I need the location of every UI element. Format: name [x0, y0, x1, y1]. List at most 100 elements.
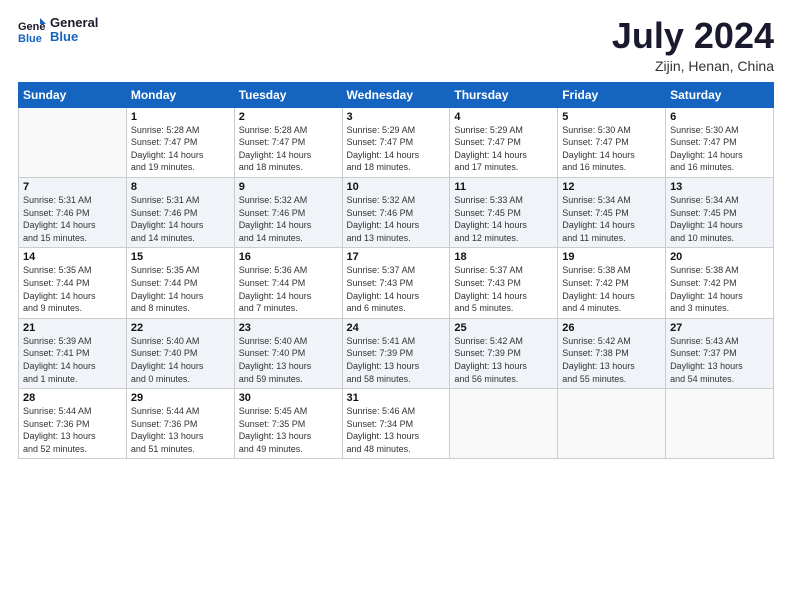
- calendar-day-9: 9Sunrise: 5:32 AM Sunset: 7:46 PM Daylig…: [234, 177, 342, 247]
- day-info: Sunrise: 5:31 AM Sunset: 7:46 PM Dayligh…: [131, 194, 230, 244]
- calendar-day-15: 15Sunrise: 5:35 AM Sunset: 7:44 PM Dayli…: [126, 248, 234, 318]
- logo-line2: Blue: [50, 30, 98, 44]
- day-info: Sunrise: 5:35 AM Sunset: 7:44 PM Dayligh…: [131, 264, 230, 314]
- day-number: 23: [239, 322, 338, 334]
- day-info: Sunrise: 5:32 AM Sunset: 7:46 PM Dayligh…: [347, 194, 446, 244]
- day-info: Sunrise: 5:42 AM Sunset: 7:38 PM Dayligh…: [562, 335, 661, 385]
- logo-line1: General: [50, 16, 98, 30]
- day-info: Sunrise: 5:35 AM Sunset: 7:44 PM Dayligh…: [23, 264, 122, 314]
- calendar-day-empty: [558, 389, 666, 459]
- calendar-day-8: 8Sunrise: 5:31 AM Sunset: 7:46 PM Daylig…: [126, 177, 234, 247]
- day-info: Sunrise: 5:37 AM Sunset: 7:43 PM Dayligh…: [454, 264, 553, 314]
- logo: General Blue General Blue: [18, 16, 98, 45]
- calendar-day-31: 31Sunrise: 5:46 AM Sunset: 7:34 PM Dayli…: [342, 389, 450, 459]
- calendar-day-6: 6Sunrise: 5:30 AM Sunset: 7:47 PM Daylig…: [666, 107, 774, 177]
- calendar-day-4: 4Sunrise: 5:29 AM Sunset: 7:47 PM Daylig…: [450, 107, 558, 177]
- col-header-friday: Friday: [558, 82, 666, 107]
- calendar-week-row: 1Sunrise: 5:28 AM Sunset: 7:47 PM Daylig…: [19, 107, 774, 177]
- calendar-day-24: 24Sunrise: 5:41 AM Sunset: 7:39 PM Dayli…: [342, 318, 450, 388]
- calendar-day-26: 26Sunrise: 5:42 AM Sunset: 7:38 PM Dayli…: [558, 318, 666, 388]
- day-number: 9: [239, 181, 338, 193]
- calendar-day-23: 23Sunrise: 5:40 AM Sunset: 7:40 PM Dayli…: [234, 318, 342, 388]
- calendar-day-10: 10Sunrise: 5:32 AM Sunset: 7:46 PM Dayli…: [342, 177, 450, 247]
- logo-icon: General Blue: [18, 16, 46, 44]
- day-info: Sunrise: 5:34 AM Sunset: 7:45 PM Dayligh…: [670, 194, 769, 244]
- day-number: 27: [670, 322, 769, 334]
- day-number: 26: [562, 322, 661, 334]
- day-info: Sunrise: 5:28 AM Sunset: 7:47 PM Dayligh…: [239, 124, 338, 174]
- day-number: 14: [23, 251, 122, 263]
- day-number: 16: [239, 251, 338, 263]
- day-number: 31: [347, 392, 446, 404]
- calendar-week-row: 21Sunrise: 5:39 AM Sunset: 7:41 PM Dayli…: [19, 318, 774, 388]
- day-info: Sunrise: 5:41 AM Sunset: 7:39 PM Dayligh…: [347, 335, 446, 385]
- day-number: 6: [670, 111, 769, 123]
- day-number: 19: [562, 251, 661, 263]
- day-info: Sunrise: 5:37 AM Sunset: 7:43 PM Dayligh…: [347, 264, 446, 314]
- day-number: 17: [347, 251, 446, 263]
- calendar-day-7: 7Sunrise: 5:31 AM Sunset: 7:46 PM Daylig…: [19, 177, 127, 247]
- day-info: Sunrise: 5:34 AM Sunset: 7:45 PM Dayligh…: [562, 194, 661, 244]
- day-number: 22: [131, 322, 230, 334]
- calendar-day-2: 2Sunrise: 5:28 AM Sunset: 7:47 PM Daylig…: [234, 107, 342, 177]
- calendar-day-25: 25Sunrise: 5:42 AM Sunset: 7:39 PM Dayli…: [450, 318, 558, 388]
- col-header-saturday: Saturday: [666, 82, 774, 107]
- day-number: 13: [670, 181, 769, 193]
- day-info: Sunrise: 5:40 AM Sunset: 7:40 PM Dayligh…: [239, 335, 338, 385]
- calendar-day-20: 20Sunrise: 5:38 AM Sunset: 7:42 PM Dayli…: [666, 248, 774, 318]
- calendar-day-empty: [19, 107, 127, 177]
- day-info: Sunrise: 5:46 AM Sunset: 7:34 PM Dayligh…: [347, 405, 446, 455]
- calendar-day-empty: [450, 389, 558, 459]
- calendar-day-11: 11Sunrise: 5:33 AM Sunset: 7:45 PM Dayli…: [450, 177, 558, 247]
- day-info: Sunrise: 5:42 AM Sunset: 7:39 PM Dayligh…: [454, 335, 553, 385]
- day-number: 2: [239, 111, 338, 123]
- day-info: Sunrise: 5:43 AM Sunset: 7:37 PM Dayligh…: [670, 335, 769, 385]
- calendar-day-12: 12Sunrise: 5:34 AM Sunset: 7:45 PM Dayli…: [558, 177, 666, 247]
- calendar-day-13: 13Sunrise: 5:34 AM Sunset: 7:45 PM Dayli…: [666, 177, 774, 247]
- col-header-monday: Monday: [126, 82, 234, 107]
- day-info: Sunrise: 5:28 AM Sunset: 7:47 PM Dayligh…: [131, 124, 230, 174]
- day-number: 25: [454, 322, 553, 334]
- calendar-day-1: 1Sunrise: 5:28 AM Sunset: 7:47 PM Daylig…: [126, 107, 234, 177]
- calendar-day-5: 5Sunrise: 5:30 AM Sunset: 7:47 PM Daylig…: [558, 107, 666, 177]
- day-info: Sunrise: 5:40 AM Sunset: 7:40 PM Dayligh…: [131, 335, 230, 385]
- calendar-day-28: 28Sunrise: 5:44 AM Sunset: 7:36 PM Dayli…: [19, 389, 127, 459]
- day-info: Sunrise: 5:44 AM Sunset: 7:36 PM Dayligh…: [23, 405, 122, 455]
- day-number: 8: [131, 181, 230, 193]
- day-number: 20: [670, 251, 769, 263]
- calendar-day-29: 29Sunrise: 5:44 AM Sunset: 7:36 PM Dayli…: [126, 389, 234, 459]
- day-number: 18: [454, 251, 553, 263]
- calendar-day-14: 14Sunrise: 5:35 AM Sunset: 7:44 PM Dayli…: [19, 248, 127, 318]
- day-info: Sunrise: 5:39 AM Sunset: 7:41 PM Dayligh…: [23, 335, 122, 385]
- day-number: 15: [131, 251, 230, 263]
- page-header: General Blue General Blue July 2024 Ziji…: [18, 16, 774, 74]
- col-header-sunday: Sunday: [19, 82, 127, 107]
- calendar-week-row: 14Sunrise: 5:35 AM Sunset: 7:44 PM Dayli…: [19, 248, 774, 318]
- calendar-table: SundayMondayTuesdayWednesdayThursdayFrid…: [18, 82, 774, 460]
- day-number: 3: [347, 111, 446, 123]
- day-info: Sunrise: 5:45 AM Sunset: 7:35 PM Dayligh…: [239, 405, 338, 455]
- day-number: 4: [454, 111, 553, 123]
- calendar-day-empty: [666, 389, 774, 459]
- day-number: 10: [347, 181, 446, 193]
- calendar-day-18: 18Sunrise: 5:37 AM Sunset: 7:43 PM Dayli…: [450, 248, 558, 318]
- col-header-wednesday: Wednesday: [342, 82, 450, 107]
- day-number: 30: [239, 392, 338, 404]
- calendar-day-19: 19Sunrise: 5:38 AM Sunset: 7:42 PM Dayli…: [558, 248, 666, 318]
- day-number: 21: [23, 322, 122, 334]
- day-info: Sunrise: 5:32 AM Sunset: 7:46 PM Dayligh…: [239, 194, 338, 244]
- title-block: July 2024 Zijin, Henan, China: [612, 16, 774, 74]
- day-number: 1: [131, 111, 230, 123]
- subtitle: Zijin, Henan, China: [612, 58, 774, 74]
- day-info: Sunrise: 5:29 AM Sunset: 7:47 PM Dayligh…: [454, 124, 553, 174]
- calendar-day-17: 17Sunrise: 5:37 AM Sunset: 7:43 PM Dayli…: [342, 248, 450, 318]
- day-number: 11: [454, 181, 553, 193]
- day-info: Sunrise: 5:30 AM Sunset: 7:47 PM Dayligh…: [670, 124, 769, 174]
- day-info: Sunrise: 5:29 AM Sunset: 7:47 PM Dayligh…: [347, 124, 446, 174]
- calendar-week-row: 28Sunrise: 5:44 AM Sunset: 7:36 PM Dayli…: [19, 389, 774, 459]
- calendar-header-row: SundayMondayTuesdayWednesdayThursdayFrid…: [19, 82, 774, 107]
- day-number: 24: [347, 322, 446, 334]
- calendar-day-30: 30Sunrise: 5:45 AM Sunset: 7:35 PM Dayli…: [234, 389, 342, 459]
- calendar-day-16: 16Sunrise: 5:36 AM Sunset: 7:44 PM Dayli…: [234, 248, 342, 318]
- calendar-day-22: 22Sunrise: 5:40 AM Sunset: 7:40 PM Dayli…: [126, 318, 234, 388]
